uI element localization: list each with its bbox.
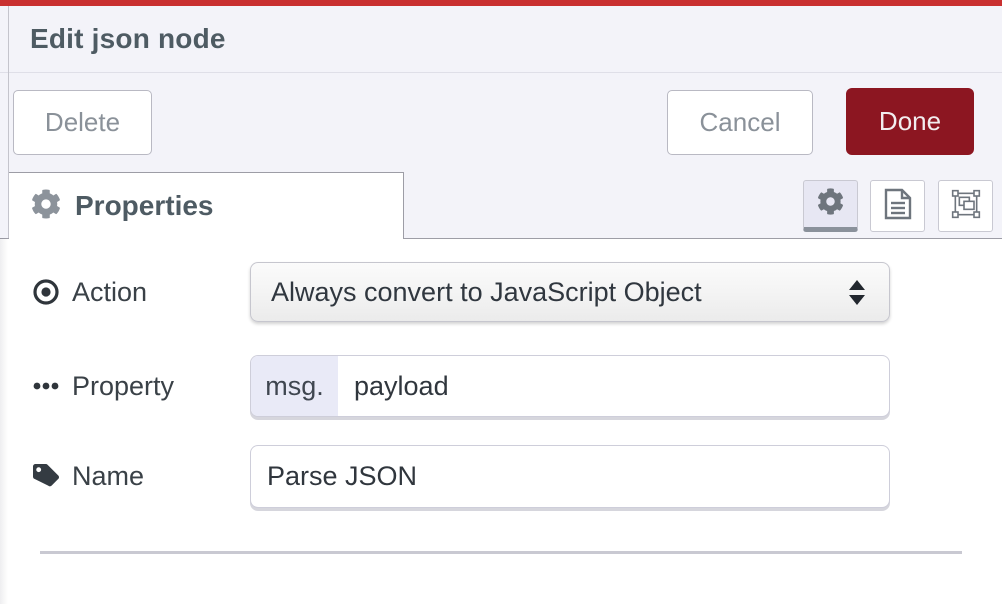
- property-input[interactable]: [338, 356, 889, 416]
- cancel-button[interactable]: Cancel: [667, 90, 813, 155]
- tab-bar: Properties: [0, 170, 1002, 239]
- property-label-group: Property: [33, 355, 174, 417]
- delete-button[interactable]: Delete: [13, 90, 152, 155]
- gear-icon: [817, 188, 844, 220]
- property-input-wrap: msg.: [250, 355, 890, 417]
- action-select-value: Always convert to JavaScript Object: [271, 277, 849, 308]
- name-label-group: Name: [33, 445, 144, 508]
- name-label: Name: [72, 461, 144, 492]
- name-input-wrap: [250, 445, 890, 508]
- done-button[interactable]: Done: [846, 88, 974, 155]
- action-row: Action Always convert to JavaScript Obje…: [0, 262, 1002, 322]
- action-label-group: Action: [33, 262, 147, 322]
- tray-left-shadow: [0, 238, 8, 604]
- dialog-button-bar: Delete Cancel Done: [0, 73, 1002, 170]
- document-icon: [884, 188, 912, 225]
- tab-properties-label: Properties: [75, 190, 214, 222]
- name-row: Name: [0, 445, 1002, 508]
- properties-view-button[interactable]: [803, 180, 858, 232]
- select-arrows-icon: [849, 280, 865, 305]
- section-divider: [40, 551, 962, 554]
- appearance-view-button[interactable]: [938, 180, 993, 232]
- tag-icon: [33, 464, 59, 490]
- gear-icon: [31, 189, 61, 224]
- description-view-button[interactable]: [870, 180, 925, 232]
- action-select[interactable]: Always convert to JavaScript Object: [250, 262, 890, 322]
- name-input[interactable]: [251, 446, 889, 507]
- action-label: Action: [72, 277, 147, 308]
- dialog-title: Edit json node: [30, 23, 226, 55]
- edit-node-dialog: Edit json node Delete Cancel Done Proper…: [0, 0, 1002, 604]
- tab-properties[interactable]: Properties: [8, 172, 404, 239]
- dot-circle-icon: [33, 279, 59, 305]
- msg-prefix-badge[interactable]: msg.: [251, 356, 338, 416]
- property-row: Property msg.: [0, 355, 1002, 417]
- property-label: Property: [72, 371, 174, 402]
- tray-left-border: [8, 6, 9, 238]
- ellipsis-icon: [33, 381, 59, 391]
- group-selection-icon: [950, 188, 982, 225]
- dialog-header: Edit json node: [0, 6, 1002, 73]
